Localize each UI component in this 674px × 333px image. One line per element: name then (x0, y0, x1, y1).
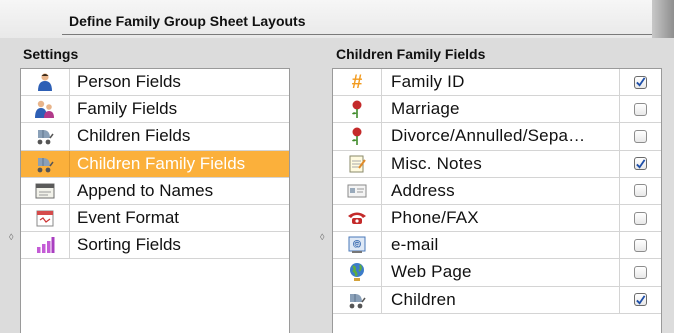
field-row-children[interactable]: Children (333, 286, 661, 314)
settings-item-label: Person Fields (77, 72, 181, 92)
settings-item-label: Sorting Fields (77, 235, 181, 255)
field-row-phone-fax[interactable]: Phone/FAX (333, 204, 661, 233)
field-label: Children (391, 289, 456, 309)
title-divider (62, 34, 674, 35)
splitter-handle-left[interactable]: ◊ (9, 232, 13, 242)
settings-item-label: Append to Names (77, 180, 214, 200)
email-checkbox[interactable] (634, 238, 647, 252)
family-id-checkbox[interactable] (634, 75, 647, 89)
rose-icon (333, 96, 382, 123)
web-page-checkbox[interactable] (634, 265, 647, 279)
calendar-icon (21, 204, 70, 232)
window-title: Define Family Group Sheet Layouts (69, 13, 306, 29)
baby-stroller-icon (21, 150, 70, 177)
settings-item-children-family-fields[interactable]: Children Family Fields (21, 150, 289, 178)
person-icon (21, 69, 70, 96)
children-family-fields-list[interactable]: # Family ID Marriage Divorce/Annulled/Se… (332, 68, 662, 333)
baby-stroller-icon (333, 286, 382, 313)
misc-notes-checkbox[interactable] (634, 157, 647, 171)
marriage-checkbox[interactable] (634, 102, 647, 116)
phone-fax-checkbox[interactable] (634, 211, 647, 225)
address-card-icon (333, 177, 382, 204)
divorce-checkbox[interactable] (634, 129, 647, 143)
field-label: Marriage (391, 99, 460, 119)
settings-item-event-format[interactable]: Event Format (21, 204, 289, 233)
children-family-fields-heading: Children Family Fields (336, 46, 486, 62)
field-label: Web Page (391, 262, 472, 282)
children-checkbox[interactable] (634, 293, 647, 307)
notepad-icon (333, 150, 382, 177)
svg-text:@: @ (354, 241, 361, 249)
title-bar: Define Family Group Sheet Layouts (0, 0, 674, 38)
settings-item-family-fields[interactable]: Family Fields (21, 96, 289, 124)
settings-item-append-to-names[interactable]: Append to Names (21, 177, 289, 205)
globe-icon (333, 259, 382, 286)
settings-heading: Settings (23, 46, 79, 62)
settings-item-children-fields[interactable]: Children Fields (21, 123, 289, 151)
name-tag-icon (21, 177, 70, 204)
settings-item-label: Event Format (77, 208, 180, 228)
field-row-marriage[interactable]: Marriage (333, 96, 661, 124)
field-row-divorce[interactable]: Divorce/Annulled/Sepa… (333, 123, 661, 151)
family-icon (21, 96, 70, 123)
field-label: Misc. Notes (391, 153, 482, 173)
field-row-email[interactable]: @ e-mail (333, 232, 661, 260)
rose-icon (333, 123, 382, 150)
hash-icon: # (333, 69, 382, 96)
field-label: e-mail (391, 235, 439, 255)
settings-item-label: Children Fields (77, 126, 191, 146)
bar-chart-icon (21, 232, 70, 259)
field-label: Address (391, 180, 455, 200)
telephone-icon (333, 204, 382, 232)
settings-list[interactable]: Person Fields Family Fields Children Fie… (20, 68, 290, 333)
baby-stroller-icon (21, 123, 70, 150)
splitter-handle-right[interactable]: ◊ (320, 232, 324, 242)
settings-item-label: Family Fields (77, 99, 178, 119)
email-icon: @ (333, 232, 382, 259)
field-label: Family ID (391, 72, 465, 92)
field-label: Divorce/Annulled/Sepa… (391, 126, 586, 146)
address-checkbox[interactable] (634, 184, 647, 198)
window-edge (652, 0, 674, 38)
field-row-web-page[interactable]: Web Page (333, 259, 661, 287)
settings-item-person-fields[interactable]: Person Fields (21, 69, 289, 97)
settings-item-label: Children Family Fields (77, 153, 246, 173)
field-row-address[interactable]: Address (333, 177, 661, 205)
field-label: Phone/FAX (391, 208, 479, 228)
field-row-family-id[interactable]: # Family ID (333, 69, 661, 97)
settings-item-sorting-fields[interactable]: Sorting Fields (21, 232, 289, 260)
field-row-misc-notes[interactable]: Misc. Notes (333, 150, 661, 178)
